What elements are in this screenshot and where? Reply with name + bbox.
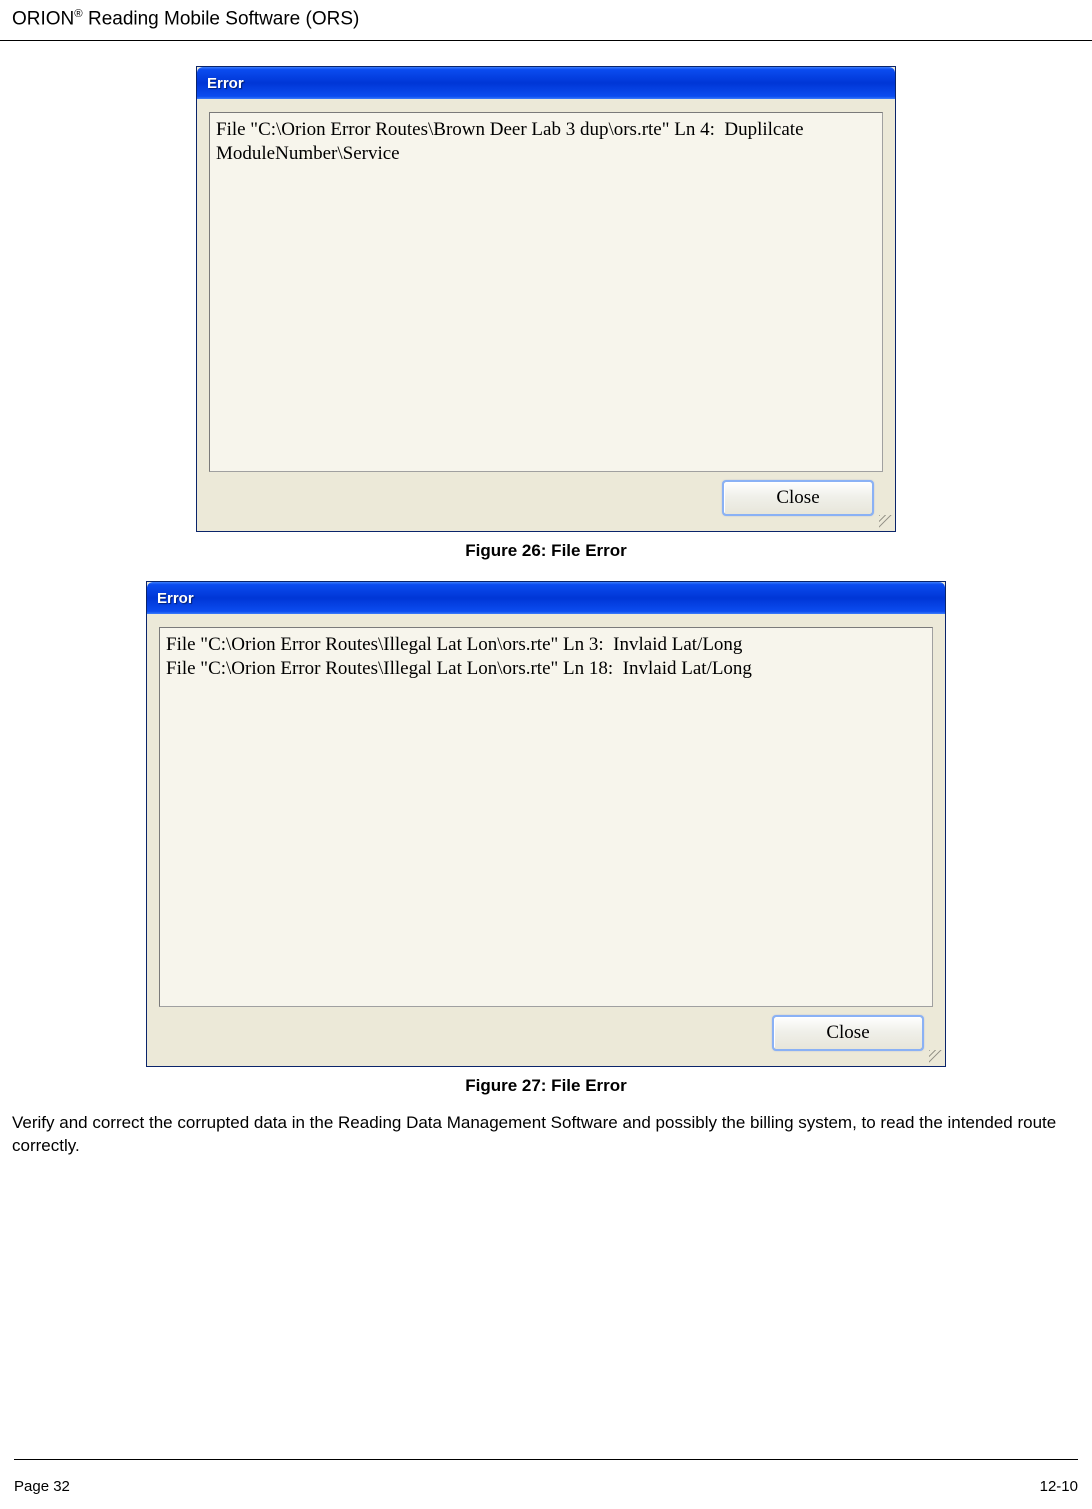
figure-caption-27: Figure 27: File Error [0,1076,1092,1096]
button-row: Close [159,1007,933,1056]
footer-divider [14,1459,1078,1460]
titlebar[interactable]: Error [147,582,945,614]
resize-grip-icon[interactable] [929,1050,943,1064]
page-number: Page 32 [14,1478,70,1495]
error-message-text[interactable]: File "C:\Orion Error Routes\Illegal Lat … [159,627,933,1007]
product-name-suffix: Reading Mobile Software (ORS) [83,8,360,29]
error-message-text[interactable]: File "C:\Orion Error Routes\Brown Deer L… [209,112,883,472]
close-button[interactable]: Close [773,1016,923,1050]
window-title: Error [207,75,244,92]
footer-row: Page 32 12-10 [14,1478,1078,1495]
content-area: Error File "C:\Orion Error Routes\Brown … [0,41,1092,1158]
window-title: Error [157,590,194,607]
figure-caption-26: Figure 26: File Error [0,541,1092,561]
dialog-window: Error File "C:\Orion Error Routes\Illega… [146,581,946,1067]
titlebar[interactable]: Error [197,67,895,99]
dialog-body: File "C:\Orion Error Routes\Brown Deer L… [197,99,895,531]
resize-grip-icon[interactable] [879,515,893,529]
error-dialog-1: Error File "C:\Orion Error Routes\Brown … [196,66,896,532]
dialog-window: Error File "C:\Orion Error Routes\Brown … [196,66,896,532]
product-name-prefix: ORION [12,8,74,29]
doc-number: 12-10 [1040,1478,1078,1495]
close-button[interactable]: Close [723,481,873,515]
dialog-body: File "C:\Orion Error Routes\Illegal Lat … [147,614,945,1066]
page-header: ORION® Reading Mobile Software (ORS) [0,0,1092,41]
body-paragraph: Verify and correct the corrupted data in… [12,1112,1080,1158]
button-row: Close [209,472,883,521]
page-footer: Page 32 12-10 [0,1459,1092,1495]
error-dialog-2: Error File "C:\Orion Error Routes\Illega… [146,581,946,1067]
registered-mark: ® [74,8,82,20]
